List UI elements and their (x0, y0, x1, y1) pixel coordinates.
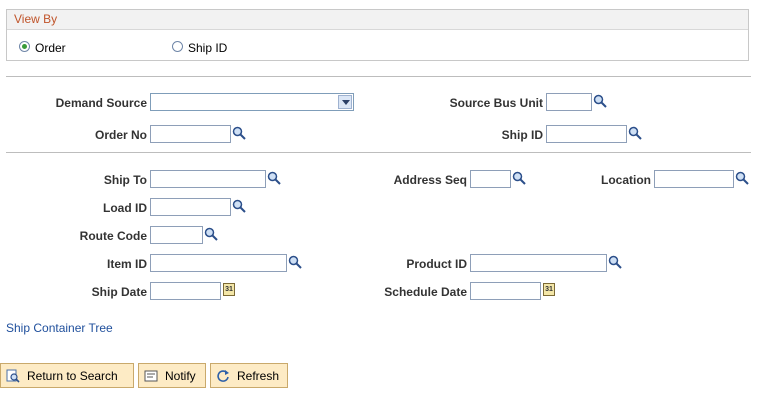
ship-to-label: Ship To (103, 173, 147, 187)
chevron-down-icon (338, 95, 352, 109)
return-to-search-icon (6, 369, 20, 383)
ship-id-label: Ship ID (501, 128, 543, 142)
notify-icon (144, 370, 158, 381)
divider-top (6, 76, 751, 77)
order-no-label: Order No (94, 128, 147, 142)
ship-to-field[interactable] (150, 170, 266, 188)
search-icon[interactable] (512, 171, 526, 185)
ship-container-tree-link[interactable]: Ship Container Tree (6, 321, 113, 335)
radio-order[interactable] (19, 41, 30, 52)
item-id-field[interactable] (150, 254, 287, 272)
schedule-date-label: Schedule Date (384, 285, 467, 299)
demand-source-label: Demand Source (55, 96, 147, 110)
address-seq-label: Address Seq (393, 173, 467, 187)
search-icon[interactable] (232, 199, 246, 213)
source-bus-unit-label: Source Bus Unit (449, 96, 543, 110)
product-id-field[interactable] (470, 254, 607, 272)
notify-label: Notify (165, 368, 196, 383)
item-id-label: Item ID (106, 257, 147, 271)
divider-middle (6, 152, 751, 153)
refresh-label: Refresh (237, 368, 280, 383)
search-icon[interactable] (267, 171, 281, 185)
view-by-title: View By (14, 12, 58, 26)
ship-id-field[interactable] (546, 125, 627, 143)
refresh-button[interactable]: Refresh (210, 363, 288, 388)
radio-ship-id-label: Ship ID (188, 41, 228, 55)
schedule-date-field[interactable] (470, 282, 541, 300)
calendar-icon[interactable]: 31 (223, 283, 235, 296)
ship-date-label: Ship Date (91, 285, 147, 299)
search-icon[interactable] (204, 227, 218, 241)
address-seq-field[interactable] (470, 170, 511, 188)
ship-date-field[interactable] (150, 282, 221, 300)
search-icon[interactable] (593, 94, 607, 108)
refresh-icon (217, 369, 229, 382)
search-icon[interactable] (288, 255, 302, 269)
search-icon[interactable] (735, 171, 749, 185)
search-icon[interactable] (232, 126, 246, 140)
product-id-label: Product ID (406, 257, 467, 271)
route-code-label: Route Code (79, 229, 147, 243)
search-icon[interactable] (628, 126, 642, 140)
radio-order-label: Order (35, 41, 66, 55)
return-to-search-button[interactable]: Return to Search (0, 363, 134, 388)
location-field[interactable] (654, 170, 734, 188)
load-id-field[interactable] (150, 198, 231, 216)
order-no-field[interactable] (150, 125, 231, 143)
view-by-box: View By (6, 9, 749, 61)
return-to-search-label: Return to Search (27, 368, 118, 383)
location-label: Location (601, 173, 651, 187)
load-id-label: Load ID (103, 201, 147, 215)
route-code-field[interactable] (150, 226, 203, 244)
calendar-icon[interactable]: 31 (543, 283, 555, 296)
notify-button[interactable]: Notify (138, 363, 206, 388)
view-by-header: View By (7, 10, 748, 30)
search-icon[interactable] (608, 255, 622, 269)
demand-source-select[interactable] (150, 93, 354, 111)
radio-ship-id[interactable] (172, 41, 183, 52)
source-bus-unit-field[interactable] (546, 93, 592, 111)
